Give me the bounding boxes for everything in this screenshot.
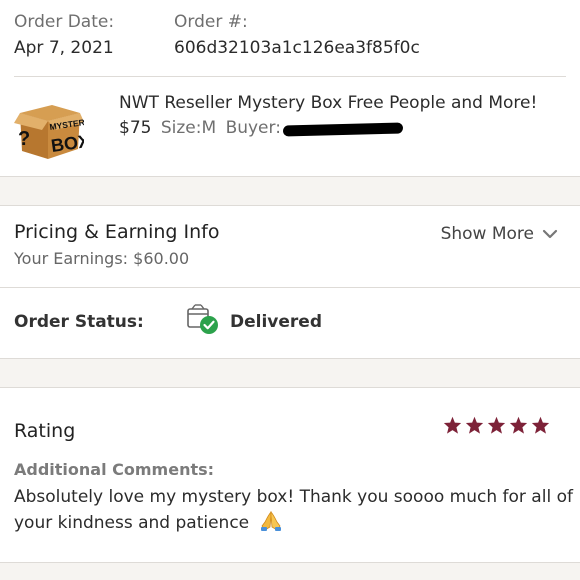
pricing-title: Pricing & Earning Info <box>14 221 220 243</box>
rating-card: Rating Additional Comments: Absolutely l… <box>0 388 580 562</box>
comments-text: Absolutely love my mystery box! Thank yo… <box>14 487 573 533</box>
earnings-text: Your Earnings: $60.00 <box>14 249 190 268</box>
rating-title: Rating <box>14 420 76 442</box>
size-label: Size: <box>160 118 202 138</box>
pricing-card: Pricing & Earning Info Show More Your Ea… <box>0 206 580 358</box>
order-number-value: 606d32103a1c126ea3f85f0c <box>174 38 420 58</box>
product-thumbnail[interactable]: ? MYSTERY BOX <box>14 97 84 163</box>
buyer-label: Buyer: <box>225 118 281 138</box>
order-summary-card: Order Date: Apr 7, 2021 Order #: 606d321… <box>0 0 580 176</box>
delivered-box-check-icon <box>187 304 218 334</box>
order-number-label: Order #: <box>174 12 248 32</box>
comments-label: Additional Comments: <box>14 460 215 479</box>
star-icon <box>465 416 484 434</box>
buyer-redaction <box>282 122 404 137</box>
product-image-text-bottom: BOX <box>50 131 84 156</box>
star-icon <box>443 416 462 434</box>
star-icon <box>509 416 528 434</box>
star-icon <box>487 416 506 434</box>
size-value: M <box>201 118 217 138</box>
show-more-button[interactable]: Show More <box>441 224 558 244</box>
rating-stars <box>443 416 550 434</box>
order-status-value: Delivered <box>230 312 322 332</box>
chevron-down-icon <box>542 229 558 239</box>
divider <box>0 176 580 177</box>
order-status-label: Order Status: <box>14 312 144 332</box>
show-more-label: Show More <box>440 224 534 244</box>
divider <box>14 76 566 77</box>
product-image-question: ? <box>18 128 30 150</box>
folded-hands-icon <box>260 511 281 531</box>
divider <box>0 562 580 563</box>
product-meta: $75 Size:M Buyer: <box>119 118 281 138</box>
order-date-value: Apr 7, 2021 <box>14 38 114 58</box>
product-price: $75 <box>119 118 152 138</box>
divider <box>0 287 580 288</box>
divider <box>0 358 580 359</box>
product-title[interactable]: NWT Reseller Mystery Box Free People and… <box>119 93 537 113</box>
order-date-label: Order Date: <box>14 12 115 32</box>
comments-text-block: Absolutely love my mystery box! Thank yo… <box>14 484 574 536</box>
star-icon <box>531 416 550 434</box>
